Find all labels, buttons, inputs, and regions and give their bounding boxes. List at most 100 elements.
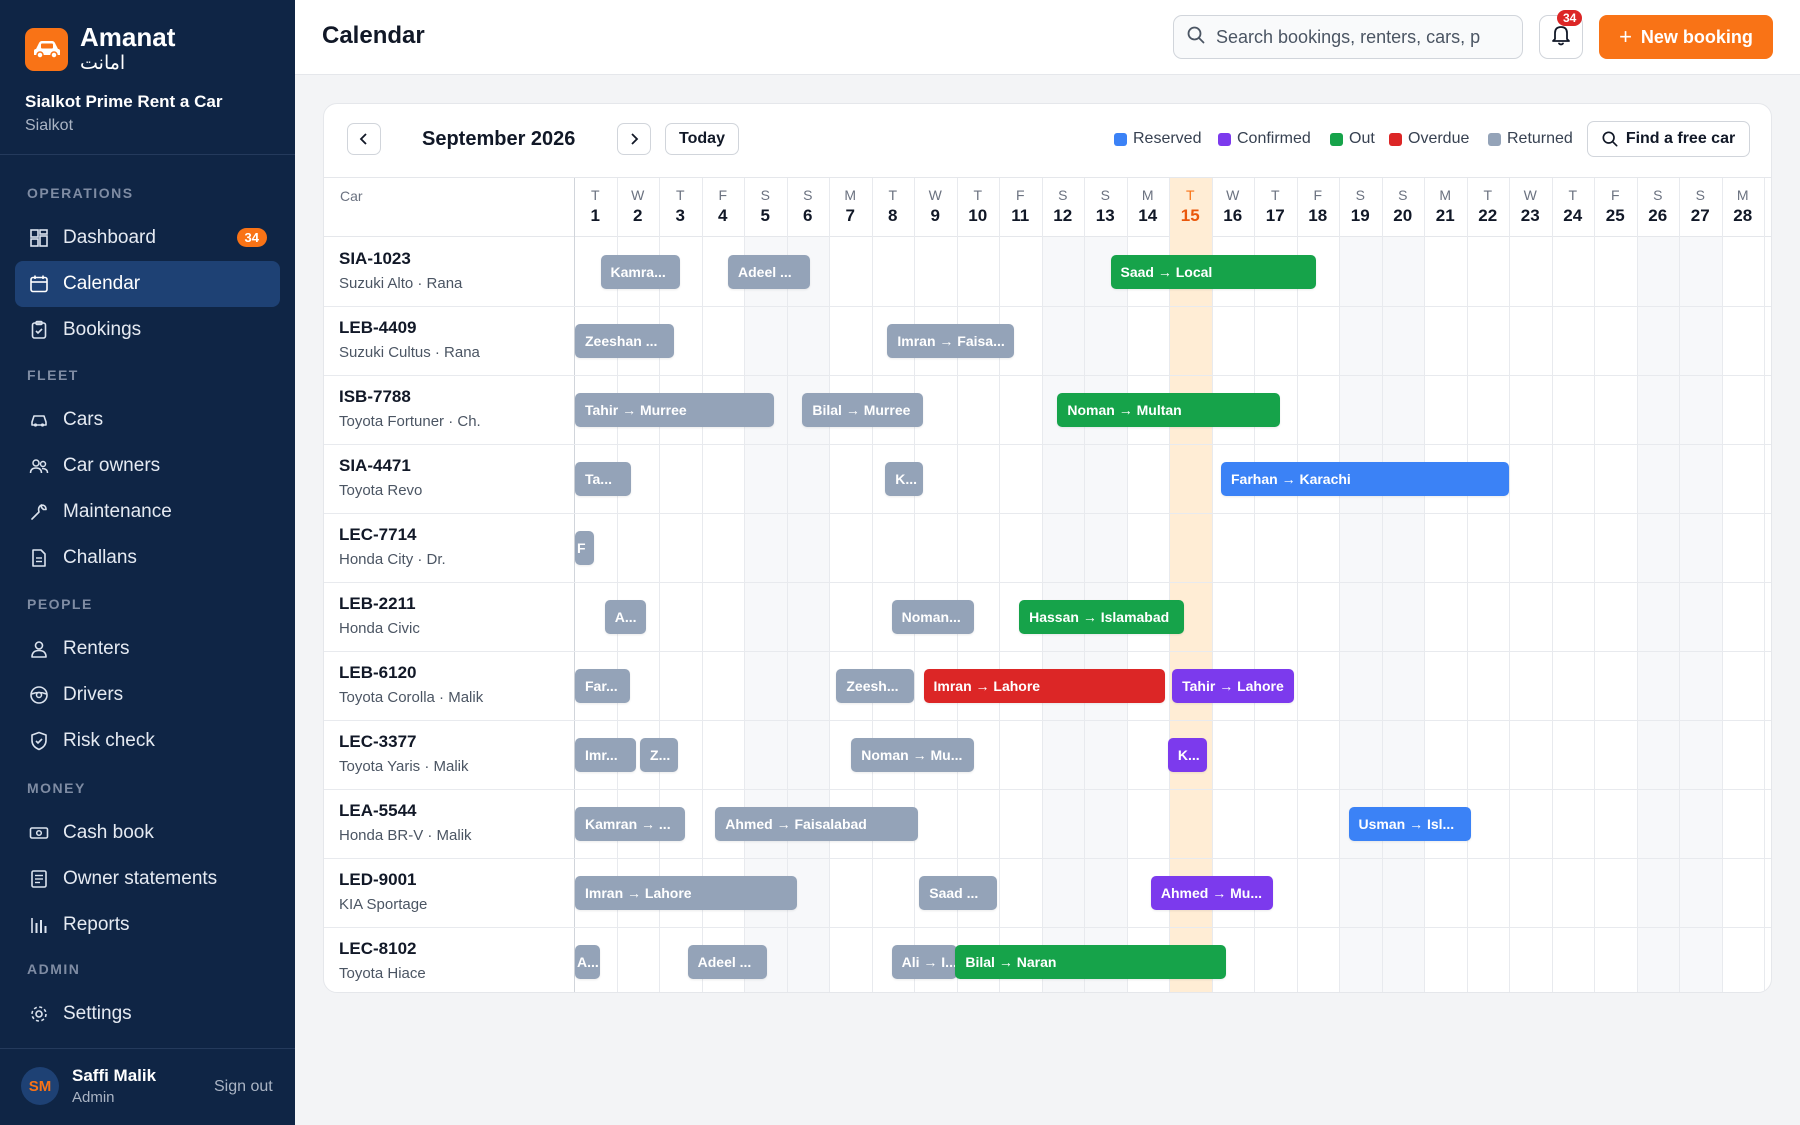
- booking-bar-returned[interactable]: Noman → Mu...: [851, 738, 974, 772]
- brand-urdu-name: امانت: [80, 52, 126, 74]
- find-free-car-label: Find a free car: [1625, 130, 1736, 147]
- sidebar-item-renters[interactable]: Renters: [15, 626, 280, 672]
- next-month-button[interactable]: [617, 123, 651, 155]
- page-title: Calendar: [322, 22, 425, 49]
- sidebar-item-reports[interactable]: Reports: [15, 902, 280, 948]
- booking-bar-returned[interactable]: Imr...: [575, 738, 636, 772]
- day-number: 6: [803, 206, 813, 225]
- sidebar-item-calendar[interactable]: Calendar: [15, 261, 280, 307]
- booking-bar-returned[interactable]: Adeel ...: [728, 255, 810, 289]
- booking-bar-returned[interactable]: Far...: [575, 669, 631, 703]
- car-row: LEA-5544 Honda BR-V · Malik: [324, 790, 1771, 859]
- sidebar-item-dashboard[interactable]: Dashboard 34: [15, 215, 280, 261]
- sidebar-item-bookings[interactable]: Bookings: [15, 307, 280, 353]
- car-plate[interactable]: SIA-1023: [339, 249, 411, 269]
- user-icon: [28, 638, 50, 660]
- car-row: SIA-4471 Toyota Revo: [324, 445, 1771, 514]
- booking-bar-returned[interactable]: A...: [575, 945, 600, 979]
- car-plate[interactable]: SIA-4471: [339, 456, 411, 476]
- weekday-letter: M: [1141, 187, 1154, 203]
- booking-bar-out[interactable]: Noman → Multan: [1057, 393, 1280, 427]
- sidebar-item-owner-statements[interactable]: Owner statements: [15, 856, 280, 902]
- sidebar-item-car-owners[interactable]: Car owners: [15, 443, 280, 489]
- booking-bar-returned[interactable]: A...: [604, 600, 647, 634]
- sidebar-item-cash-book[interactable]: Cash book: [15, 810, 280, 856]
- booking-bar-returned[interactable]: Imran → Lahore: [575, 876, 798, 910]
- sidebar-item-risk-check[interactable]: Risk check: [15, 718, 280, 764]
- car-plate[interactable]: LEC-8102: [339, 939, 416, 959]
- car-plate[interactable]: LEC-3377: [339, 732, 416, 752]
- day-header: M7: [829, 178, 872, 238]
- booking-bar-returned[interactable]: Zeesh...: [836, 669, 914, 703]
- booking-bar-reserved[interactable]: Usman → Isl...: [1348, 807, 1471, 841]
- booking-bar-returned[interactable]: Ahmed → Faisalabad: [715, 807, 919, 841]
- booking-bar-confirmed[interactable]: K...: [1167, 738, 1208, 772]
- booking-bar-out[interactable]: Saad → Local: [1110, 255, 1316, 289]
- sidebar-item-label: Calendar: [63, 273, 141, 294]
- booking-bar-returned[interactable]: Kamra...: [600, 255, 681, 289]
- legend-label: Reserved: [1133, 130, 1202, 147]
- day-header: S6: [787, 178, 830, 238]
- day-number: 26: [1648, 206, 1668, 225]
- booking-bar-returned[interactable]: Kamran → ...: [575, 807, 685, 841]
- search-input[interactable]: [1216, 26, 1496, 48]
- booking-bar-returned[interactable]: Adeel ...: [687, 945, 768, 979]
- sidebar-item-settings[interactable]: Settings: [15, 991, 280, 1037]
- day-header: W2: [617, 178, 660, 238]
- nav-section-admin: ADMIN: [27, 961, 81, 977]
- booking-bar-returned[interactable]: K...: [885, 462, 923, 496]
- day-number: 3: [675, 206, 685, 225]
- chevron-left-icon: [359, 133, 367, 145]
- booking-bar-returned[interactable]: Noman...: [891, 600, 974, 634]
- calendar-icon: [28, 273, 50, 295]
- car-plate[interactable]: LED-9001: [339, 870, 416, 890]
- brand[interactable]: Amanat امانت: [25, 24, 175, 74]
- booking-bar-returned[interactable]: Saad ...: [919, 876, 997, 910]
- day-number: 18: [1308, 206, 1328, 225]
- owners-icon: [28, 455, 50, 477]
- booking-bar-returned[interactable]: Z...: [640, 738, 679, 772]
- booking-bar-confirmed[interactable]: Ahmed → Mu...: [1150, 876, 1274, 910]
- day-header: S 27: [1679, 178, 1722, 238]
- car-plate[interactable]: LEB-2211: [339, 594, 416, 614]
- sidebar-item-drivers[interactable]: Drivers: [15, 672, 280, 718]
- today-button[interactable]: Today: [665, 123, 739, 155]
- car-plate[interactable]: LEB-6120: [339, 663, 416, 683]
- booking-bar-returned[interactable]: Bilal → Murree: [802, 393, 923, 427]
- new-booking-button[interactable]: + New booking: [1599, 15, 1773, 59]
- avatar[interactable]: SM: [21, 1067, 59, 1105]
- car-plate[interactable]: LEC-7714: [339, 525, 416, 545]
- sidebar-item-challans[interactable]: Challans: [15, 535, 280, 581]
- booking-bar-returned[interactable]: Tahir → Murree: [575, 393, 774, 427]
- day-number: 2: [633, 206, 643, 225]
- car-model: Toyota Fortuner · Ch.: [339, 413, 481, 430]
- count-badge: 34: [236, 228, 267, 247]
- legend-item-confirmed: Confirmed: [1218, 130, 1311, 148]
- car-plate[interactable]: LEA-5544: [339, 801, 416, 821]
- day-header: W9: [914, 178, 957, 238]
- sign-out-link[interactable]: Sign out: [214, 1078, 273, 1096]
- day-number: 1: [590, 206, 600, 225]
- day-header: S 20: [1382, 178, 1425, 238]
- sidebar-item-maintenance[interactable]: Maintenance: [15, 489, 280, 535]
- sidebar-item-cars[interactable]: Cars: [15, 397, 280, 443]
- sidebar-item-label: Risk check: [63, 730, 155, 751]
- booking-bar-overdue[interactable]: Imran → Lahore: [923, 669, 1165, 703]
- legend-swatch: [1330, 132, 1343, 146]
- booking-bar-confirmed[interactable]: Tahir → Lahore: [1172, 669, 1295, 703]
- previous-month-button[interactable]: [347, 123, 381, 155]
- search-box[interactable]: [1173, 15, 1523, 59]
- brand-name: Amanat: [80, 22, 176, 52]
- booking-bar-out[interactable]: Hassan → Islamabad: [1019, 600, 1184, 634]
- booking-bar-returned[interactable]: Zeeshan ...: [575, 324, 674, 358]
- booking-bar-returned[interactable]: F: [575, 531, 594, 565]
- car-row: LED-9001 KIA Sportage: [324, 859, 1771, 928]
- booking-bar-reserved[interactable]: Farhan → Karachi: [1221, 462, 1509, 496]
- booking-bar-returned[interactable]: Ta...: [575, 462, 632, 496]
- booking-bar-returned[interactable]: Imran → Faisa...: [887, 324, 1014, 358]
- find-free-car-button[interactable]: Find a free car: [1587, 121, 1750, 157]
- car-plate[interactable]: LEB-4409: [339, 318, 416, 338]
- car-plate[interactable]: ISB-7788: [339, 387, 411, 407]
- booking-bar-out[interactable]: Bilal → Naran: [955, 945, 1227, 979]
- booking-bar-returned[interactable]: Ali → I...: [891, 945, 957, 979]
